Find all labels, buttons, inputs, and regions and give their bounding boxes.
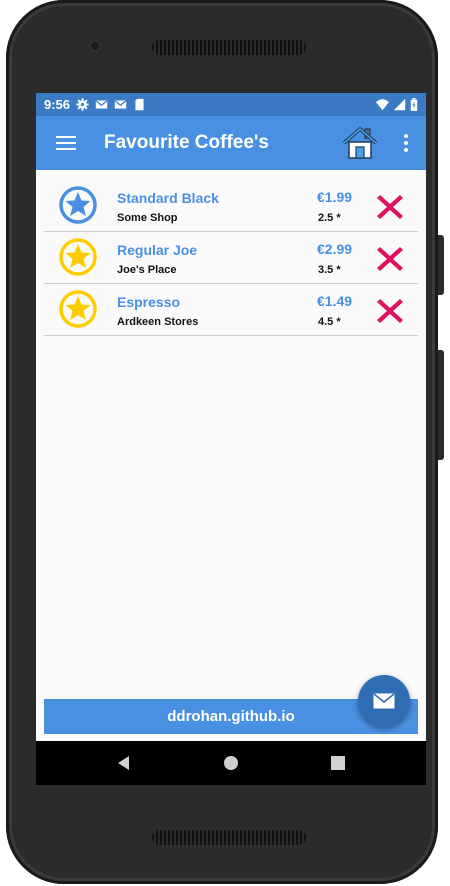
screen: 9:56 Favourite Coffee's Standard Black S… bbox=[36, 93, 426, 785]
phone-frame: 9:56 Favourite Coffee's Standard Black S… bbox=[6, 0, 444, 884]
coffee-shop: Ardkeen Stores bbox=[117, 316, 199, 328]
coffee-name: Standard Black bbox=[117, 190, 219, 206]
coffee-rating: 2.5 * bbox=[318, 212, 341, 224]
coffee-shop: Some Shop bbox=[117, 212, 178, 224]
gmail-icon bbox=[95, 100, 108, 109]
bottom-speaker-grille bbox=[152, 830, 306, 845]
menu-button[interactable] bbox=[36, 116, 96, 170]
status-time: 9:56 bbox=[44, 97, 71, 112]
coffee-price: €2.99 bbox=[317, 241, 353, 257]
coffee-shop: Joe's Place bbox=[117, 264, 177, 276]
delete-icon[interactable] bbox=[376, 297, 404, 325]
app-bar: Favourite Coffee's bbox=[36, 116, 426, 170]
more-options-button[interactable] bbox=[392, 129, 420, 157]
front-camera bbox=[89, 40, 101, 52]
coffee-list: Standard Black Some Shop €1.99 2.5 * Reg… bbox=[44, 180, 418, 336]
back-icon[interactable] bbox=[114, 753, 134, 773]
list-item[interactable]: Regular Joe Joe's Place €2.99 3.5 * bbox=[44, 232, 418, 284]
power-button bbox=[438, 235, 444, 295]
star-favourite-icon[interactable] bbox=[58, 289, 98, 329]
coffee-rating: 4.5 * bbox=[318, 316, 341, 328]
gmail-icon bbox=[114, 100, 127, 109]
coffee-name: Regular Joe bbox=[117, 242, 198, 258]
home-icon bbox=[342, 127, 378, 159]
wifi-icon bbox=[376, 99, 389, 111]
coffee-rating: 3.5 * bbox=[318, 264, 341, 276]
home-circle-icon[interactable] bbox=[221, 753, 241, 773]
home-button[interactable] bbox=[341, 124, 379, 162]
navigation-bar bbox=[36, 741, 426, 785]
status-bar: 9:56 bbox=[36, 93, 426, 116]
list-item[interactable]: Standard Black Some Shop €1.99 2.5 * bbox=[44, 180, 418, 232]
delete-icon[interactable] bbox=[376, 193, 404, 221]
list-item[interactable]: Espresso Ardkeen Stores €1.49 4.5 * bbox=[44, 284, 418, 336]
top-speaker-grille bbox=[152, 40, 306, 55]
footer-text: ddrohan.github.io bbox=[167, 708, 295, 725]
coffee-price: €1.49 bbox=[317, 293, 353, 309]
email-fab-button[interactable] bbox=[358, 675, 410, 727]
signal-icon bbox=[393, 98, 406, 111]
coffee-price: €1.99 bbox=[317, 189, 353, 205]
coffee-name: Espresso bbox=[117, 294, 181, 310]
more-vert-icon bbox=[404, 134, 408, 138]
app-title: Favourite Coffee's bbox=[104, 132, 269, 153]
email-icon bbox=[373, 693, 395, 709]
gear-icon bbox=[76, 98, 89, 111]
volume-button bbox=[438, 350, 444, 460]
star-outline-icon[interactable] bbox=[58, 185, 98, 225]
star-favourite-icon[interactable] bbox=[58, 237, 98, 277]
sd-card-icon bbox=[135, 98, 144, 111]
menu-icon bbox=[56, 136, 76, 150]
delete-icon[interactable] bbox=[376, 245, 404, 273]
recents-icon[interactable] bbox=[328, 753, 348, 773]
battery-icon bbox=[410, 98, 418, 111]
